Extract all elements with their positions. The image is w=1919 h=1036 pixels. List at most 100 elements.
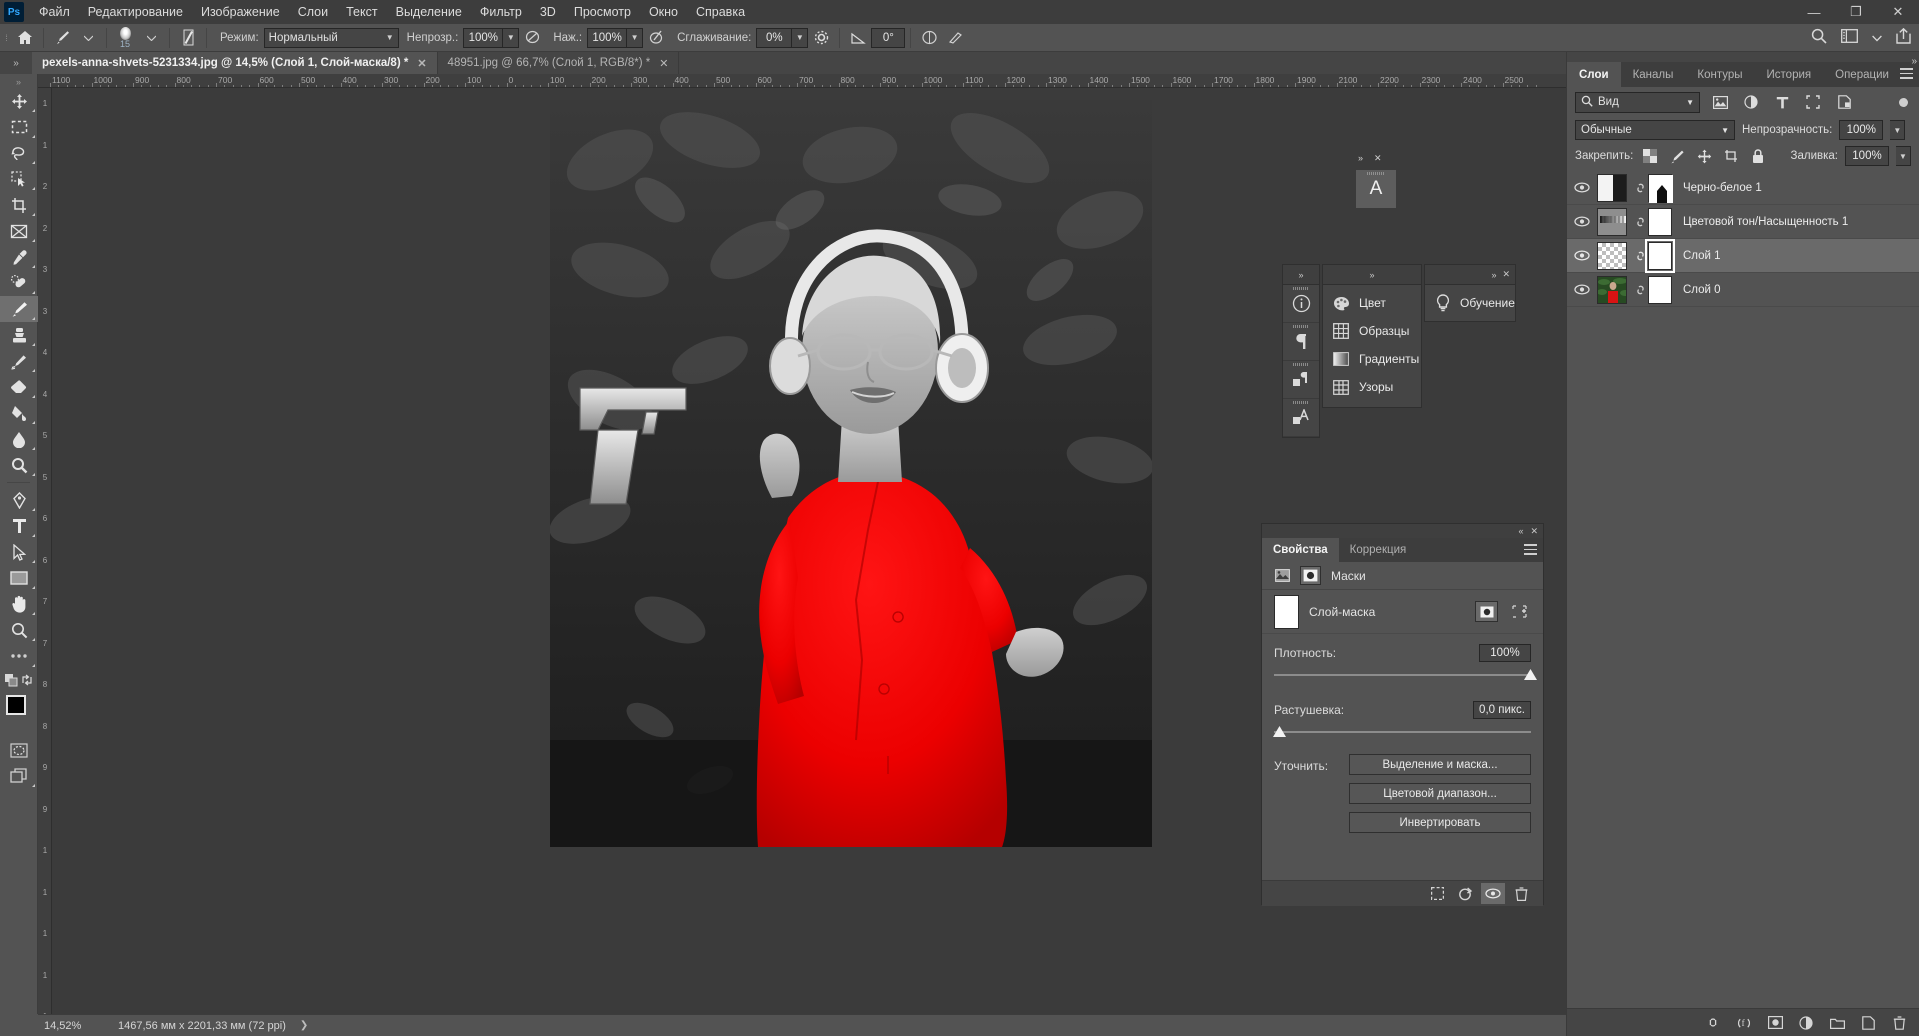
close-icon[interactable]: ✕ <box>1530 526 1538 537</box>
screen-mode-toggle[interactable] <box>0 763 38 789</box>
frame-tool[interactable] <box>0 218 38 244</box>
clone-stamp-tool[interactable] <box>0 322 38 348</box>
collapse-icon[interactable]: » <box>1298 270 1303 280</box>
tab-history[interactable]: История <box>1755 62 1824 87</box>
lock-transparent-icon[interactable] <box>1640 146 1660 166</box>
symmetry-icon[interactable] <box>916 27 942 49</box>
layer-row[interactable]: Цветовой тон/Насыщенность 1 <box>1567 205 1919 239</box>
type-tool[interactable] <box>0 513 38 539</box>
layer-style-icon[interactable]: f <box>1734 1013 1754 1033</box>
brush-preset-picker[interactable]: 15 <box>112 25 138 51</box>
layer-visibility-icon[interactable] <box>1567 284 1597 295</box>
quick-selection-tool[interactable] <box>0 166 38 192</box>
layer-mask-thumbnail[interactable] <box>1274 594 1299 629</box>
menu-file[interactable]: Файл <box>30 0 79 24</box>
brush-angle-input[interactable]: 0° <box>871 27 906 48</box>
hand-tool[interactable] <box>0 591 38 617</box>
workspace-icon[interactable] <box>1841 29 1858 46</box>
filter-type-icon[interactable] <box>1771 92 1793 113</box>
layer-row-selected[interactable]: Слой 1 <box>1567 238 1919 273</box>
foreground-color-swatch[interactable] <box>6 695 26 715</box>
filter-image-icon[interactable] <box>1709 92 1731 113</box>
menu-help[interactable]: Справка <box>687 0 754 24</box>
link-layers-icon[interactable] <box>1703 1013 1723 1033</box>
properties-panel-titlebar[interactable]: « ✕ <box>1262 524 1543 538</box>
zoom-level[interactable]: 14,52% <box>44 1020 96 1032</box>
layer-opacity-stepper[interactable]: ▼ <box>1890 120 1906 140</box>
vertical-ruler[interactable]: 11223344556677889911111 <box>38 88 52 1014</box>
tab-actions[interactable]: Операции <box>1823 62 1901 87</box>
menu-view[interactable]: Просмотр <box>565 0 640 24</box>
vector-mask-icon[interactable] <box>1300 566 1321 585</box>
opacity-input[interactable]: 100% <box>463 27 504 48</box>
document-tab-inactive[interactable]: 48951.jpg @ 66,7% (Слой 1, RGB/8*) * ✕ <box>437 52 680 74</box>
learn-panel-bar[interactable]: » ✕ <box>1424 264 1516 284</box>
layer-name[interactable]: Слой 1 <box>1683 250 1721 262</box>
rectangular-marquee-tool[interactable] <box>0 114 38 140</box>
brush-preset-dropdown[interactable] <box>138 27 164 49</box>
pen-tool[interactable] <box>0 487 38 513</box>
select-and-mask-button[interactable]: Выделение и маска... <box>1349 754 1531 775</box>
layer-name[interactable]: Слой 0 <box>1683 284 1721 296</box>
pixel-mask-icon[interactable] <box>1272 566 1293 585</box>
layer-visibility-icon[interactable] <box>1567 216 1597 227</box>
brush-tool-dropdown[interactable] <box>75 27 101 49</box>
minimize-button[interactable]: — <box>1793 0 1835 24</box>
zoom-tool[interactable] <box>0 617 38 643</box>
filter-enable-toggle[interactable] <box>1899 92 1911 112</box>
brush-tool[interactable] <box>0 296 38 322</box>
close-icon[interactable]: ✕ <box>1502 269 1510 280</box>
eyedropper-tool[interactable] <box>0 244 38 270</box>
lock-position-icon[interactable] <box>1694 146 1714 166</box>
layer-fill-input[interactable]: 100% <box>1845 146 1889 166</box>
dodge-tool[interactable] <box>0 452 38 478</box>
menu-filter[interactable]: Фильтр <box>471 0 531 24</box>
toggle-mask-icon[interactable] <box>1481 883 1505 904</box>
collapse-icon[interactable]: » <box>1358 153 1363 164</box>
panel-menu-icon[interactable] <box>1524 544 1537 555</box>
add-mask-icon[interactable] <box>1508 601 1531 622</box>
collapse-icon[interactable]: » <box>1491 270 1496 280</box>
layer-link-icon[interactable] <box>1632 249 1648 263</box>
new-group-icon[interactable] <box>1827 1013 1847 1033</box>
layer-name[interactable]: Цветовой тон/Насыщенность 1 <box>1683 216 1848 228</box>
home-icon[interactable] <box>12 27 38 49</box>
brush-angle-icon[interactable] <box>845 27 871 49</box>
filter-adjustment-icon[interactable] <box>1740 92 1762 113</box>
feather-slider[interactable] <box>1273 726 1531 740</box>
tab-layers[interactable]: Слои <box>1567 62 1621 87</box>
tab-overflow-arrows[interactable]: » <box>0 52 32 74</box>
color-swatches[interactable] <box>0 693 38 733</box>
layer-link-icon[interactable] <box>1632 283 1648 297</box>
delete-layer-icon[interactable] <box>1889 1013 1909 1033</box>
filter-kind-select[interactable]: Вид ▼ <box>1575 91 1700 113</box>
menu-selection[interactable]: Выделение <box>387 0 471 24</box>
lock-all-icon[interactable] <box>1748 146 1768 166</box>
brush-tool-icon[interactable] <box>49 27 75 49</box>
tab-adjustments[interactable]: Коррекция <box>1339 538 1418 562</box>
lock-artboard-icon[interactable] <box>1721 146 1741 166</box>
quick-mask-toggle[interactable] <box>0 737 38 763</box>
default-colors-icon[interactable] <box>0 669 38 691</box>
move-tool[interactable] <box>0 88 38 114</box>
opacity-stepper[interactable]: ▼ <box>503 27 520 48</box>
menu-item-gradients[interactable]: Градиенты <box>1323 345 1421 373</box>
menu-text[interactable]: Текст <box>337 0 386 24</box>
close-button[interactable]: ✕ <box>1877 0 1919 24</box>
filter-smart-icon[interactable] <box>1833 92 1855 113</box>
layer-name[interactable]: Черно-белое 1 <box>1683 182 1762 194</box>
document-tab-active[interactable]: pexels-anna-shvets-5231334.jpg @ 14,5% (… <box>32 52 438 74</box>
delete-mask-icon[interactable] <box>1509 883 1533 904</box>
menu-item-color[interactable]: Цвет <box>1323 289 1421 317</box>
gradient-tool[interactable] <box>0 400 38 426</box>
options-bar-grip[interactable]: ⁞ <box>0 24 12 52</box>
info-icon[interactable] <box>1283 285 1319 323</box>
close-icon[interactable]: ✕ <box>1374 153 1382 164</box>
image-canvas[interactable] <box>550 100 1152 847</box>
paragraph-styles-icon[interactable] <box>1283 399 1319 437</box>
dock-collapse-icon[interactable]: » <box>1911 56 1917 67</box>
panel-menu-icon[interactable] <box>1900 68 1913 79</box>
layer-link-icon[interactable] <box>1632 181 1648 195</box>
layer-mask-row[interactable]: Слой-маска <box>1262 590 1543 634</box>
history-brush-tool[interactable] <box>0 348 38 374</box>
